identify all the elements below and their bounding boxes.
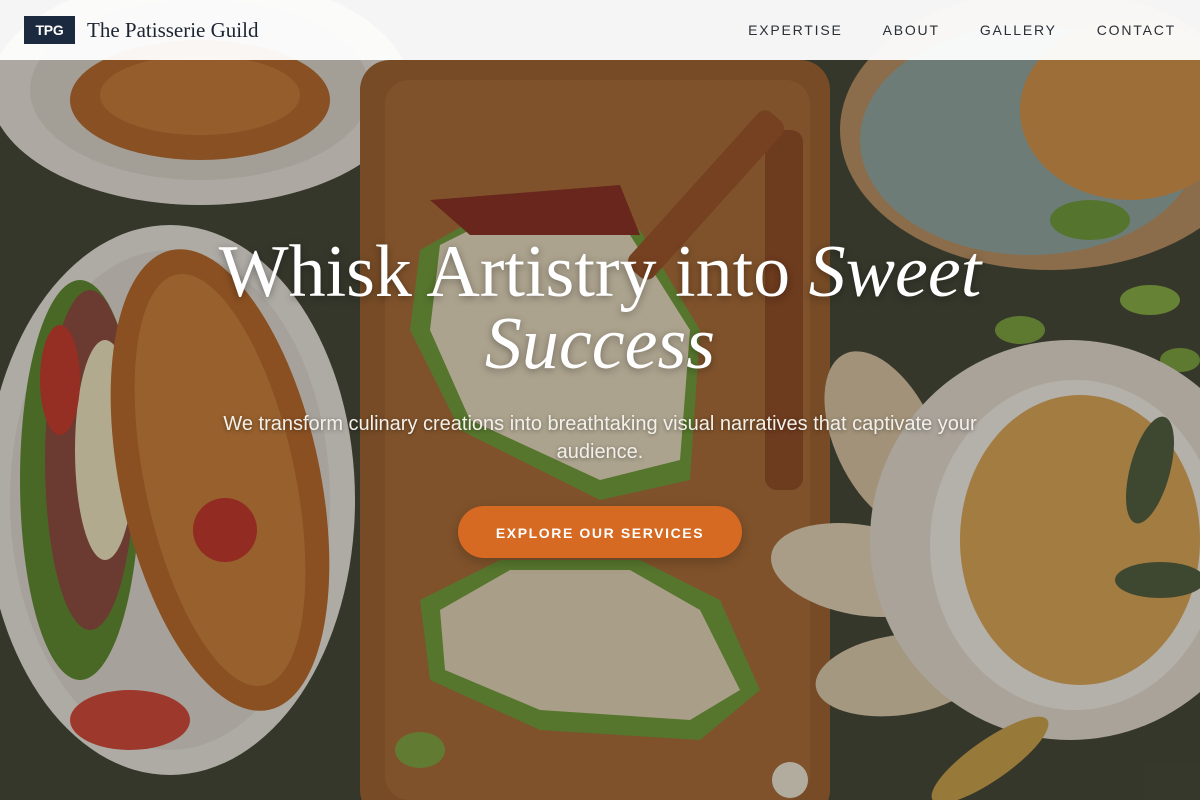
hero-subtitle: We transform culinary creations into bre… bbox=[223, 413, 977, 463]
hero-title: Whisk Artistry into Sweet Success bbox=[200, 235, 1000, 381]
nav-link-about[interactable]: ABOUT bbox=[883, 22, 940, 38]
nav-link-gallery[interactable]: GALLERY bbox=[980, 22, 1057, 38]
brand-logo-link[interactable]: TPG The Patisserie Guild bbox=[24, 16, 258, 44]
explore-services-button[interactable]: EXPLORE OUR SERVICES bbox=[458, 506, 742, 558]
brand-name: The Patisserie Guild bbox=[87, 17, 259, 42]
nav-links: EXPERTISE ABOUT GALLERY CONTACT bbox=[748, 22, 1176, 38]
hero-section: Whisk Artistry into Sweet Success We tra… bbox=[0, 235, 1200, 558]
logo-badge: TPG bbox=[24, 16, 75, 44]
top-navbar: TPG The Patisserie Guild EXPERTISE ABOUT… bbox=[0, 0, 1200, 60]
nav-link-contact[interactable]: CONTACT bbox=[1097, 22, 1176, 38]
hero-title-plain: Whisk Artistry into bbox=[218, 231, 809, 313]
nav-link-expertise[interactable]: EXPERTISE bbox=[748, 22, 843, 38]
